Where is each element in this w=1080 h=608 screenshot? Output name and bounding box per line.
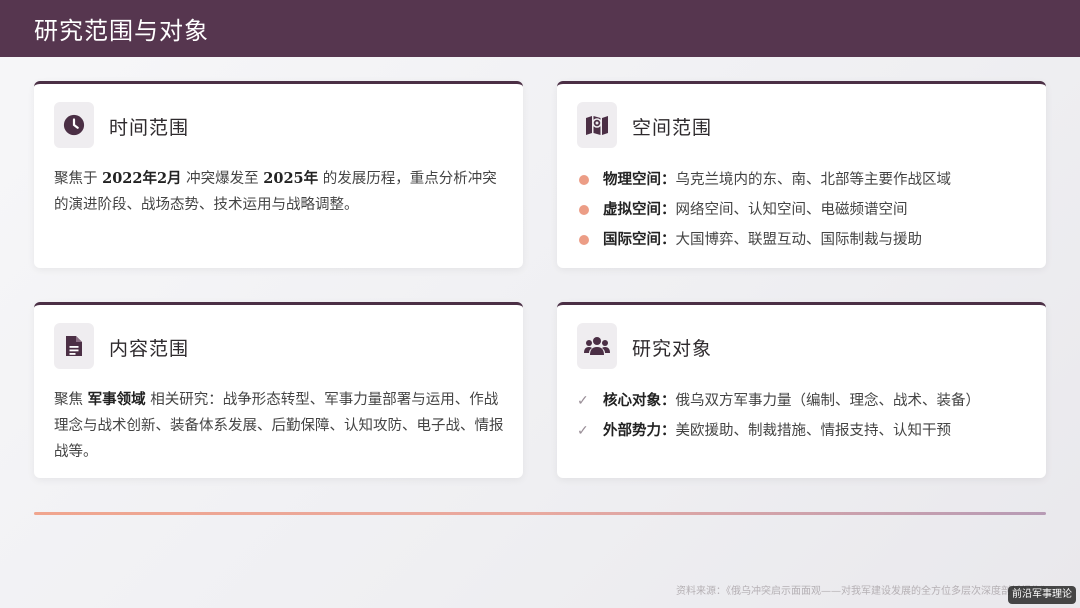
space-scope-title: 空间范围 <box>632 117 713 139</box>
check-icon: ✓ <box>577 423 589 439</box>
list-item: 国际空间：大国博弈、联盟互动、国际制裁与援助 <box>577 225 1032 255</box>
space-scope-list: 物理空间：乌克兰境内的东、南、北部等主要作战区域 虚拟空间：网络空间、认知空间、… <box>577 165 1032 255</box>
clock-icon <box>54 102 94 148</box>
watermark-badge: 前沿军事理论 <box>1008 586 1076 604</box>
list-item: 虚拟空间：网络空间、认知空间、电磁频谱空间 <box>577 195 1032 225</box>
content-scope-text: 聚焦 军事领域 相关研究：战争形态转型、军事力量部署与运用、作战理念与战术创新、… <box>54 391 504 460</box>
time-scope-card: 时间范围 聚焦于 2022年2月 冲突爆发至 2025年 的发展历程，重点分析冲… <box>34 81 523 268</box>
document-icon <box>54 323 94 369</box>
research-objects-title: 研究对象 <box>632 338 713 360</box>
list-item: ✓ 外部势力：美欧援助、制裁措施、情报支持、认知干预 <box>577 416 1032 446</box>
research-objects-card: 研究对象 ✓ 核心对象：俄乌双方军事力量（编制、理念、战术、装备） ✓ 外部势力：美… <box>557 302 1046 478</box>
check-icon: ✓ <box>577 393 589 409</box>
list-item: 物理空间：乌克兰境内的东、南、北部等主要作战区域 <box>577 165 1032 195</box>
bullet-dot-icon <box>579 235 589 245</box>
content-scope-title: 内容范围 <box>109 338 190 360</box>
space-scope-card: 空间范围 物理空间：乌克兰境内的东、南、北部等主要作战区域 虚拟空间：网络空间、… <box>557 81 1046 268</box>
source-citation: 资料来源：《俄乌冲突启示面面观——对我军建设发展的全方位多层次深度剖析报告》 <box>676 586 1051 597</box>
map-icon <box>577 102 617 148</box>
bullet-dot-icon <box>579 175 589 185</box>
users-icon <box>577 323 617 369</box>
page-title: 研究范围与对象 <box>34 17 209 45</box>
header-bar: 研究范围与对象 <box>0 0 1080 57</box>
time-scope-title: 时间范围 <box>109 117 190 139</box>
time-scope-text: 聚焦于 2022年2月 冲突爆发至 2025年 的发展历程，重点分析冲突的演进阶… <box>54 170 497 213</box>
research-objects-list: ✓ 核心对象：俄乌双方军事力量（编制、理念、战术、装备） ✓ 外部势力：美欧援助、制… <box>577 386 1032 446</box>
list-item: ✓ 核心对象：俄乌双方军事力量（编制、理念、战术、装备） <box>577 386 1032 416</box>
gradient-divider <box>34 512 1046 515</box>
content-scope-card: 内容范围 聚焦 军事领域 相关研究：战争形态转型、军事力量部署与运用、作战理念与… <box>34 302 523 478</box>
bullet-dot-icon <box>579 205 589 215</box>
